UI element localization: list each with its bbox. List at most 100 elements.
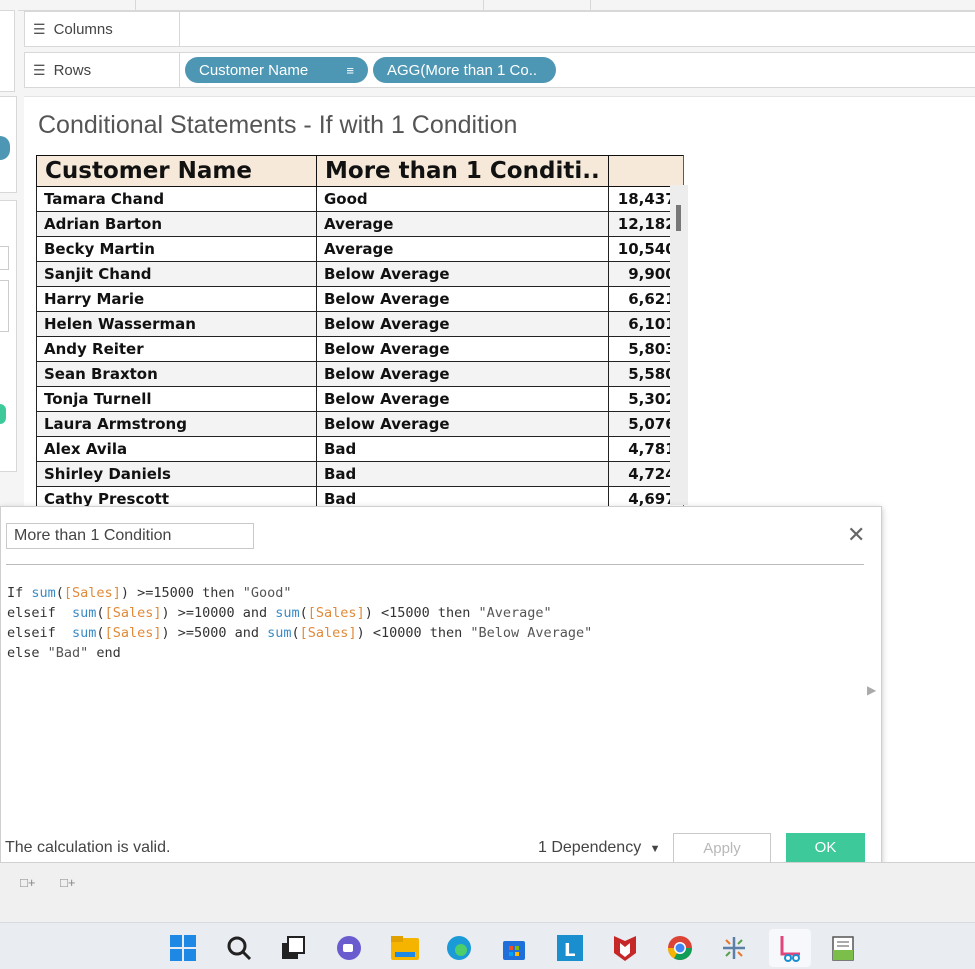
table-row[interactable]: Andy Reiter Below Average 5,803	[36, 336, 684, 362]
vertical-scrollbar[interactable]	[670, 185, 688, 505]
category-cell[interactable]: Good	[316, 186, 609, 212]
category-cell[interactable]: Average	[316, 211, 609, 237]
category-cell[interactable]: Below Average	[316, 411, 609, 437]
l-app-icon[interactable]: L	[555, 933, 585, 963]
page-title: Conditional Statements - If with 1 Condi…	[38, 111, 518, 139]
customer-name-cell[interactable]: Tamara Chand	[36, 186, 317, 212]
table-row[interactable]: Becky Martin Average 10,540	[36, 236, 684, 262]
divider	[6, 564, 864, 565]
tableau-icon[interactable]	[719, 933, 749, 963]
validation-status: The calculation is valid.	[5, 839, 171, 856]
table-row[interactable]: Tonja Turnell Below Average 5,302	[36, 386, 684, 412]
calculation-dialog: ✕ If sum([Sales]) >=15000 then "Good" el…	[0, 506, 882, 879]
category-cell[interactable]: Below Average	[316, 311, 609, 337]
table-row[interactable]: Adrian Barton Average 12,182	[36, 211, 684, 237]
table-row[interactable]: Harry Marie Below Average 6,621	[36, 286, 684, 312]
teams-chat-icon[interactable]	[334, 933, 364, 963]
column-header[interactable]: More than 1 Conditi..	[316, 155, 609, 187]
code-line-4: else "Bad" end	[7, 645, 121, 661]
pill-label: AGG(More than 1 Co..	[387, 61, 538, 79]
rail-box-small	[0, 280, 9, 332]
customer-name-cell[interactable]: Andy Reiter	[36, 336, 317, 362]
taskbar: L	[0, 922, 975, 969]
code-line-2: elseif sum([Sales]) >=10000 and sum([Sal…	[7, 605, 552, 621]
code-line-3: elseif sum([Sales]) >=5000 and sum([Sale…	[7, 625, 593, 641]
snipping-tool-icon[interactable]	[769, 929, 811, 967]
rows-label-text: Rows	[53, 61, 92, 79]
pill-label: Customer Name	[199, 61, 309, 79]
apply-button[interactable]: Apply	[673, 833, 771, 863]
table-row[interactable]: Laura Armstrong Below Average 5,076	[36, 411, 684, 437]
customer-name-cell[interactable]: Sean Braxton	[36, 361, 317, 387]
customer-name-cell[interactable]: Adrian Barton	[36, 211, 317, 237]
top-strip	[0, 0, 975, 11]
customer-name-cell[interactable]: Sanjit Chand	[36, 261, 317, 287]
notepad-icon[interactable]	[828, 933, 858, 963]
ok-button[interactable]: OK	[786, 833, 865, 862]
customer-name-cell[interactable]: Shirley Daniels	[36, 461, 317, 487]
header-row: Customer Name More than 1 Conditi..	[36, 155, 684, 187]
customer-name-cell[interactable]: Tonja Turnell	[36, 386, 317, 412]
new-worksheet-icon[interactable]: □+	[20, 875, 35, 890]
sort-icon[interactable]: ≡	[346, 63, 354, 78]
category-cell[interactable]: Below Average	[316, 386, 609, 412]
crosstab: Customer Name More than 1 Conditi.. Tama…	[36, 155, 684, 512]
customer-name-cell[interactable]: Helen Wasserman	[36, 311, 317, 337]
columns-icon: ☰	[33, 20, 46, 37]
code-line-1: If sum([Sales]) >=15000 then "Good"	[7, 585, 292, 601]
rows-shelf[interactable]: ☰ Rows Customer Name ≡ AGG(More than 1 C…	[24, 52, 975, 88]
store-icon[interactable]	[499, 933, 529, 963]
task-view-icon[interactable]	[278, 933, 308, 963]
chrome-icon[interactable]	[665, 933, 695, 963]
formula-editor[interactable]: If sum([Sales]) >=15000 then "Good" else…	[7, 583, 592, 663]
table-row[interactable]: Sanjit Chand Below Average 9,900	[36, 261, 684, 287]
calc-name-field[interactable]	[6, 523, 254, 549]
column-header[interactable]: Customer Name	[36, 155, 317, 187]
mcafee-icon[interactable]	[610, 933, 640, 963]
category-cell[interactable]: Below Average	[316, 286, 609, 312]
divider	[483, 0, 484, 10]
customer-name-cell[interactable]: Becky Martin	[36, 236, 317, 262]
new-dashboard-icon[interactable]: □+	[60, 875, 75, 890]
windows-start-icon[interactable]	[168, 933, 198, 963]
rail-panel	[0, 10, 15, 92]
dependency-label: 1 Dependency	[538, 839, 642, 856]
rows-label: ☰ Rows	[25, 53, 180, 87]
customer-name-cell[interactable]: Alex Avila	[36, 436, 317, 462]
category-cell[interactable]: Below Average	[316, 361, 609, 387]
table-row[interactable]: Helen Wasserman Below Average 6,101	[36, 311, 684, 337]
table-row[interactable]: Sean Braxton Below Average 5,580	[36, 361, 684, 387]
divider	[590, 0, 591, 10]
table-row[interactable]: Alex Avila Bad 4,781	[36, 436, 684, 462]
close-icon[interactable]: ✕	[847, 524, 865, 546]
columns-label: ☰ Columns	[25, 12, 180, 46]
rows-icon: ☰	[33, 61, 46, 78]
customer-name-pill[interactable]: Customer Name ≡	[185, 57, 368, 83]
caret-down-icon: ▼	[649, 843, 661, 855]
columns-shelf[interactable]: ☰ Columns	[24, 11, 975, 47]
category-cell[interactable]: Bad	[316, 461, 609, 487]
svg-text:L: L	[564, 940, 575, 961]
customer-name-cell[interactable]: Harry Marie	[36, 286, 317, 312]
category-cell[interactable]: Below Average	[316, 336, 609, 362]
columns-label-text: Columns	[53, 20, 113, 38]
dependency-dropdown[interactable]: 1 Dependency ▼	[538, 839, 661, 857]
expand-panel-icon[interactable]: ▶	[867, 683, 876, 697]
table-row[interactable]: Tamara Chand Good 18,437	[36, 186, 684, 212]
rail-panel	[0, 200, 17, 472]
category-cell[interactable]: Bad	[316, 436, 609, 462]
file-explorer-icon[interactable]	[390, 933, 420, 963]
edge-icon[interactable]	[444, 933, 474, 963]
table-row[interactable]: Shirley Daniels Bad 4,724	[36, 461, 684, 487]
agg-pill[interactable]: AGG(More than 1 Co..	[373, 57, 556, 83]
customer-name-cell[interactable]: Laura Armstrong	[36, 411, 317, 437]
rail-green-marker[interactable]	[0, 404, 6, 424]
divider	[135, 0, 136, 10]
category-cell[interactable]: Below Average	[316, 261, 609, 287]
search-icon[interactable]	[224, 933, 254, 963]
sheet-tabs-bar: □+ □+	[0, 862, 975, 923]
category-cell[interactable]: Average	[316, 236, 609, 262]
rail-box-small	[0, 246, 9, 270]
scroll-thumb[interactable]	[676, 205, 681, 231]
column-header[interactable]	[607, 155, 684, 187]
